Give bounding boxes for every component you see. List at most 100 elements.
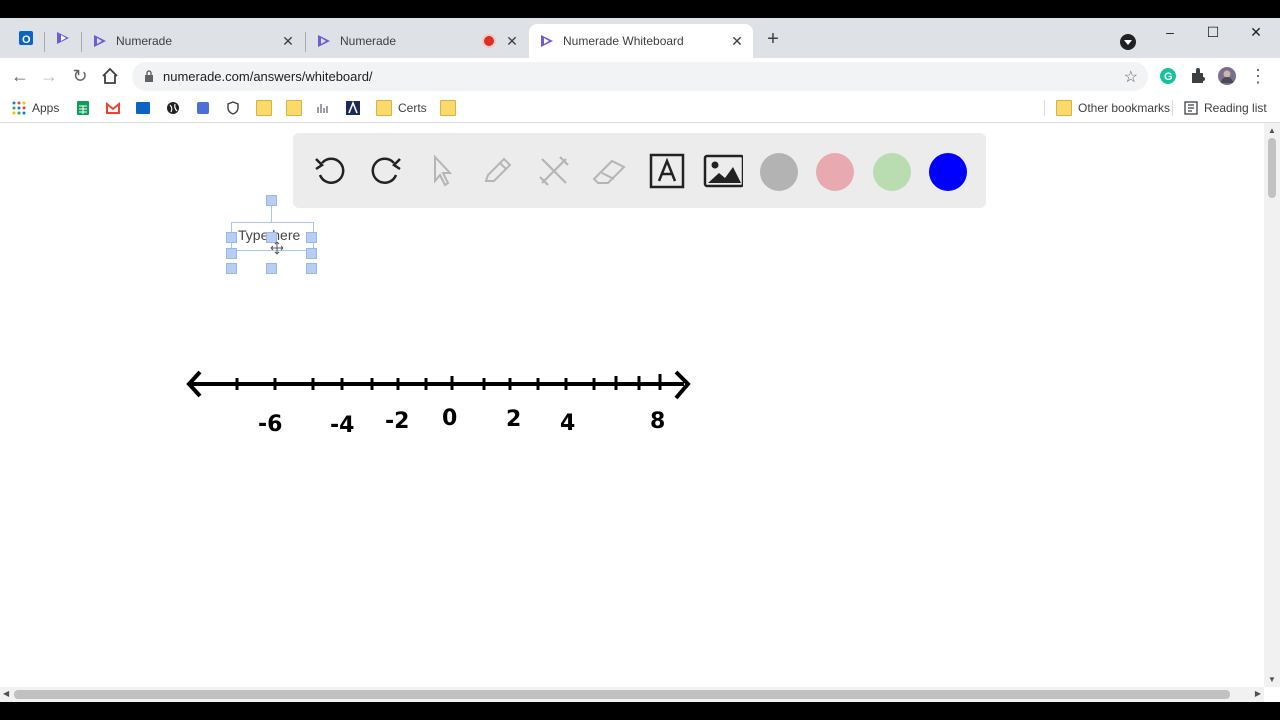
lock-icon [145,70,153,82]
numerade-logo-icon [94,35,106,47]
bookmark-globe[interactable] [166,98,186,118]
bookmark-folder[interactable] [286,98,308,118]
url-text: numerade.com/answers/whiteboard/ [163,69,373,84]
home-icon[interactable] [98,64,122,88]
new-tab-button[interactable]: + [762,29,784,51]
tick-label: -4 [330,413,354,438]
outlook-icon [136,102,150,114]
color-swatch-pink[interactable] [816,153,854,191]
svg-text:O: O [22,34,31,46]
tab-bar: O Numerade ✕ Numerade ✕ Numerade Whitebo… [0,18,1280,58]
bookmark-gmail[interactable] [106,98,126,118]
folder-icon [1056,100,1072,116]
image-icon[interactable] [703,151,743,191]
a-logo-icon [346,101,360,115]
bookmark-sheets[interactable] [76,98,96,118]
numerade-logo-icon [57,32,69,44]
close-window-button[interactable]: ✕ [1241,24,1271,46]
bookmark-label: Other bookmarks [1078,101,1171,115]
resize-handle[interactable] [226,248,237,259]
close-tab-icon[interactable]: ✕ [504,33,520,49]
sheets-icon [77,101,89,115]
reload-icon[interactable]: ↻ [68,64,92,88]
back-icon[interactable]: ← [8,64,32,88]
extensions-icon[interactable] [1188,66,1208,86]
bookmark-certs[interactable]: Certs [376,98,427,118]
bookmark-other[interactable]: Other bookmarks [1056,98,1170,118]
reading-list[interactable]: Reading list [1184,98,1267,118]
undo-icon[interactable] [310,151,350,191]
redo-icon[interactable] [366,151,406,191]
grammarly-icon[interactable]: G [1158,66,1178,86]
numerade-logo-icon [541,35,553,47]
close-tab-icon[interactable]: ✕ [729,33,745,49]
eraser-icon[interactable] [590,151,630,191]
tools-icon[interactable] [534,151,574,191]
profile-avatar-icon[interactable] [1217,66,1237,86]
outlook-pinned-tab[interactable]: O [15,27,37,49]
bookmark-shield[interactable] [226,98,246,118]
folder-icon [286,100,302,116]
close-tab-icon[interactable]: ✕ [280,33,296,49]
color-swatch-green[interactable] [873,153,911,191]
resize-handle[interactable] [306,263,317,274]
shield-icon [227,101,239,115]
scrollbar-thumb[interactable] [1268,138,1276,198]
numerade-logo-icon [318,35,330,47]
resize-handle[interactable] [306,248,317,259]
color-swatch-blue[interactable] [929,153,967,191]
address-bar[interactable]: numerade.com/answers/whiteboard/ ☆ [132,62,1148,91]
bookmark-app-blue[interactable] [196,98,216,118]
bookmark-apps[interactable]: Apps [12,98,59,118]
menu-icon[interactable]: ⋮ [1246,64,1270,88]
browser-window: O Numerade ✕ Numerade ✕ Numerade Whitebo… [0,18,1280,702]
vertical-scrollbar[interactable]: ▲ ▼ [1264,123,1280,687]
folder-icon [256,100,272,116]
tick-label: -6 [258,412,282,437]
whiteboard-canvas[interactable]: Type here -6 -4 -2 0 2 4 8 [0,123,1264,687]
tab-search-icon[interactable] [1120,34,1136,50]
tick-label: -2 [385,409,409,434]
resize-handle[interactable] [226,232,237,243]
tab-title: Numerade [116,34,173,48]
scrollbar-thumb[interactable] [14,690,1230,699]
bookmark-a-logo[interactable] [346,98,366,118]
tab-title: Numerade [340,34,397,48]
whiteboard-toolbar [293,133,986,208]
forward-icon[interactable]: → [37,64,61,88]
pen-icon[interactable] [478,151,518,191]
bookmark-outlook[interactable] [136,98,156,118]
rotate-handle[interactable] [266,195,277,206]
pointer-icon[interactable] [422,151,462,191]
chart-icon [317,104,328,113]
bookmark-chart[interactable] [316,98,336,118]
bookmarks-bar: Apps Certs Other bookmarks Reading list [0,94,1280,123]
tick-label: 0 [442,406,457,431]
resize-handle[interactable] [266,263,277,274]
app-icon [197,102,209,114]
minimize-button[interactable]: – [1155,24,1185,46]
bookmark-folder[interactable] [440,98,462,118]
outlook-icon: O [19,31,33,46]
maximize-button[interactable]: ☐ [1198,24,1228,46]
resize-handle[interactable] [226,263,237,274]
text-tool-icon[interactable] [647,151,687,191]
gmail-icon [106,101,120,114]
numerade-pinned-tab[interactable] [52,27,74,49]
tick-label: 4 [560,411,575,436]
tab-numerade-1[interactable]: Numerade ✕ [82,24,304,58]
bookmark-label: Reading list [1204,101,1267,115]
reading-list-icon [1184,101,1198,115]
tab-numerade-whiteboard[interactable]: Numerade Whiteboard ✕ [529,24,753,58]
move-cursor-icon [270,241,284,255]
bookmark-star-icon[interactable]: ☆ [1124,67,1138,87]
resize-handle[interactable] [306,232,317,243]
svg-text:G: G [1164,71,1173,83]
horizontal-scrollbar[interactable]: ◀ ▶ [0,687,1264,702]
tab-numerade-2[interactable]: Numerade ✕ [306,24,528,58]
bookmark-label: Certs [398,101,427,115]
bookmark-folder[interactable] [256,98,278,118]
color-swatch-gray[interactable] [760,153,798,191]
apps-grid-icon [12,101,26,115]
globe-icon [167,102,179,114]
